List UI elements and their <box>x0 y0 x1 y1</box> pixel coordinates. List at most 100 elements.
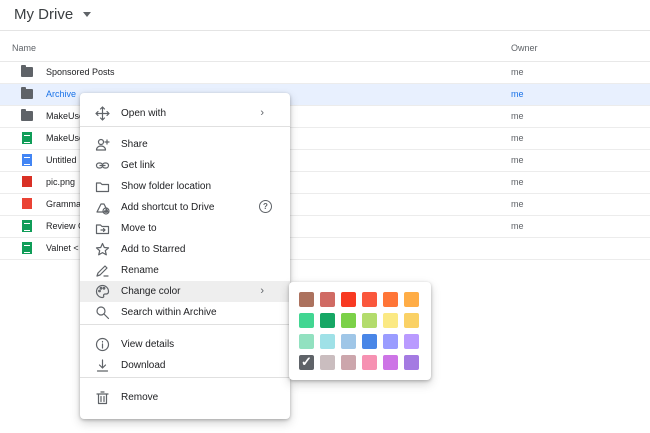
color-swatch[interactable] <box>341 334 356 349</box>
menu-divider <box>80 126 290 127</box>
file-name: MakeUse <box>46 111 85 121</box>
color-swatch-selected[interactable] <box>299 354 314 370</box>
file-row[interactable]: Sponsored Posts me <box>0 62 650 84</box>
folder-icon <box>21 109 33 121</box>
column-name[interactable]: Name <box>12 43 36 53</box>
menu-divider <box>80 324 290 325</box>
color-swatch[interactable] <box>362 313 377 328</box>
menu-item-download[interactable]: Download <box>80 355 290 376</box>
menu-item-label: Show folder location <box>121 181 212 192</box>
menu-item-label: Share <box>121 139 148 150</box>
menu-item-label: Search within Archive <box>121 307 217 318</box>
menu-item-search-within-archive[interactable]: Search within Archive <box>80 302 290 323</box>
menu-item-rename[interactable]: Rename <box>80 260 290 281</box>
file-name: MakeUse <box>46 133 85 143</box>
docs-file-icon <box>22 154 32 166</box>
color-swatch[interactable] <box>383 355 398 370</box>
color-swatch[interactable] <box>320 355 335 370</box>
image-file-icon <box>22 176 32 187</box>
color-swatch[interactable] <box>299 334 314 349</box>
menu-item-label: Open with <box>121 108 167 119</box>
menu-item-label: Rename <box>121 265 159 276</box>
color-palette <box>289 282 431 380</box>
menu-item-label: Add to Starred <box>121 244 186 255</box>
download-icon <box>96 359 109 372</box>
menu-item-show-folder-location[interactable]: Show folder location <box>80 176 290 197</box>
page-title: My Drive <box>14 6 74 23</box>
file-owner: me <box>511 89 524 99</box>
file-owner: me <box>511 111 524 121</box>
color-swatch[interactable] <box>362 292 377 307</box>
chevron-right-icon: › <box>260 107 264 119</box>
color-swatch[interactable] <box>320 334 335 349</box>
person-add-icon <box>95 138 110 151</box>
column-header: Name Owner <box>0 31 650 62</box>
menu-item-view-details[interactable]: View details <box>80 334 290 355</box>
help-icon[interactable]: ? <box>259 200 272 213</box>
file-owner: me <box>511 221 524 231</box>
file-name: Review C <box>46 221 85 231</box>
file-name: Sponsored Posts <box>46 67 115 77</box>
star-icon <box>95 242 110 256</box>
color-swatch[interactable] <box>299 313 314 328</box>
color-swatch[interactable] <box>362 355 377 370</box>
sheets-file-icon <box>22 220 32 232</box>
file-owner: me <box>511 155 524 165</box>
menu-item-label: Remove <box>121 392 159 403</box>
color-swatch[interactable] <box>383 292 398 307</box>
file-name: Untitled <box>46 155 77 165</box>
color-swatch[interactable] <box>320 292 335 307</box>
color-swatch[interactable] <box>383 334 398 349</box>
menu-item-add-to-starred[interactable]: Add to Starred <box>80 239 290 260</box>
menu-item-move-to[interactable]: Move to <box>80 218 290 239</box>
color-swatch[interactable] <box>341 292 356 307</box>
color-swatch[interactable] <box>320 313 335 328</box>
menu-item-label: Add shortcut to Drive <box>121 202 215 213</box>
color-swatch[interactable] <box>383 313 398 328</box>
color-swatch[interactable] <box>341 313 356 328</box>
palette-icon <box>95 284 110 299</box>
file-owner: me <box>511 67 524 77</box>
file-owner: me <box>511 133 524 143</box>
menu-item-label: Change color <box>121 286 181 297</box>
link-icon <box>95 162 110 169</box>
menu-item-remove[interactable]: Remove <box>80 387 290 408</box>
column-owner: Owner <box>511 43 538 53</box>
add-shortcut-icon <box>96 203 110 215</box>
move-icon <box>95 106 110 121</box>
context-menu: Open with › Share Get link Show folder locat… <box>80 93 290 419</box>
menu-divider <box>80 377 290 378</box>
color-swatch[interactable] <box>299 292 314 307</box>
color-swatch[interactable] <box>341 355 356 370</box>
menu-item-change-color[interactable]: Change color › <box>80 281 290 302</box>
menu-item-get-link[interactable]: Get link <box>80 155 290 176</box>
menu-item-label: Download <box>121 360 166 371</box>
my-drive-title[interactable]: My Drive <box>14 6 92 23</box>
file-owner: me <box>511 199 524 209</box>
file-name: Archive <box>46 89 77 99</box>
sheets-file-icon <box>22 132 32 144</box>
menu-item-add-shortcut-to-drive[interactable]: Add shortcut to Drive? <box>80 197 290 218</box>
color-swatch[interactable] <box>404 292 419 307</box>
color-swatch[interactable] <box>404 355 419 370</box>
folder-icon <box>21 87 33 99</box>
menu-item-open-with[interactable]: Open with › <box>80 103 290 124</box>
top-bar: My Drive <box>0 0 650 31</box>
color-swatch[interactable] <box>362 334 377 349</box>
menu-item-label: Get link <box>121 160 155 171</box>
move-to-folder-icon <box>95 224 110 235</box>
sheets-file-icon <box>22 242 32 254</box>
trash-icon <box>96 391 109 405</box>
caret-down-icon <box>83 12 92 17</box>
file-name: Gramma <box>46 199 82 209</box>
folder-icon <box>95 182 110 193</box>
file-owner: me <box>511 177 524 187</box>
search-icon <box>96 306 110 320</box>
pencil-icon <box>96 265 109 277</box>
menu-item-share[interactable]: Share <box>80 134 290 155</box>
color-swatch[interactable] <box>404 313 419 328</box>
chevron-right-icon: › <box>260 285 264 297</box>
info-icon <box>95 337 110 352</box>
color-swatch[interactable] <box>404 334 419 349</box>
file-name: pic.png <box>46 177 76 187</box>
